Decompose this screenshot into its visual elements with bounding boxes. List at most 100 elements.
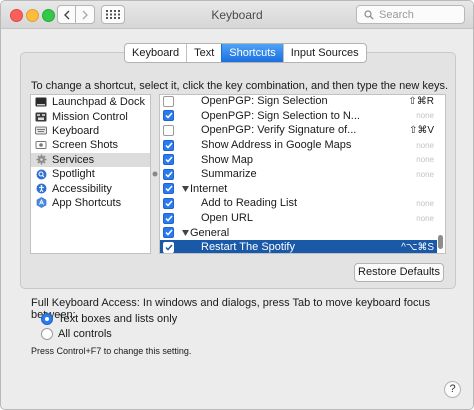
radio-button[interactable]	[41, 313, 53, 325]
checkmark-icon	[164, 244, 173, 251]
shortcut-row[interactable]: Show Map none	[160, 152, 437, 167]
shortcut-row-selected[interactable]: Restart The Spotify ^⌥⌘S	[160, 240, 437, 254]
shortcut-group-row-general[interactable]: General	[160, 225, 437, 240]
shortcut-row[interactable]: Add to Reading List none	[160, 196, 437, 211]
search-input[interactable]	[379, 8, 451, 21]
shortcut-key[interactable]: none	[416, 199, 434, 208]
shortcut-checkbox[interactable]	[163, 139, 174, 151]
category-item-mission-control[interactable]: Mission Control	[31, 109, 150, 123]
category-item-spotlight[interactable]: Spotlight	[31, 167, 150, 181]
app-shortcuts-icon	[35, 197, 47, 209]
category-list: Launchpad & Dock Mission Control Keyboar…	[30, 94, 151, 254]
radio-option-text-boxes[interactable]: Text boxes and lists only	[41, 313, 177, 325]
shortcut-checkbox[interactable]	[163, 110, 174, 122]
shortcut-label: Show Address in Google Maps	[201, 139, 352, 152]
shortcut-row[interactable]: OpenPGP: Sign Selection to N... none	[160, 109, 437, 124]
checkmark-icon	[164, 200, 173, 207]
services-gear-icon	[35, 154, 47, 165]
shortcut-group-label: General	[190, 226, 230, 239]
shortcut-label: OpenPGP: Sign Selection to N...	[201, 109, 360, 122]
shortcut-key[interactable]: none	[416, 141, 434, 150]
tab-keyboard[interactable]: Keyboard	[125, 44, 186, 62]
category-item-accessibility[interactable]: Accessibility	[31, 181, 150, 195]
shortcut-checkbox[interactable]	[163, 154, 174, 166]
category-item-screen-shots[interactable]: Screen Shots	[31, 138, 150, 152]
scrollbar-thumb[interactable]	[438, 235, 443, 249]
keyboard-hint-text: Press Control+F7 to change this setting.	[31, 346, 192, 356]
disclosure-triangle-icon[interactable]	[181, 185, 189, 193]
shortcut-list: OpenPGP: Sign Selection ⇧⌘R OpenPGP: Sig…	[159, 94, 446, 254]
splitter-handle-icon[interactable]	[152, 171, 158, 177]
shortcut-checkbox[interactable]	[163, 124, 174, 136]
shortcut-label: OpenPGP: Sign Selection	[201, 95, 328, 108]
restore-defaults-button[interactable]: Restore Defaults	[354, 263, 444, 282]
category-label: App Shortcuts	[52, 196, 122, 209]
group-checkbox[interactable]	[163, 183, 174, 195]
help-button[interactable]: ?	[444, 381, 461, 398]
category-item-services[interactable]: Services	[31, 152, 150, 167]
shortcut-row[interactable]: OpenPGP: Verify Signature of... ⇧⌘V	[160, 123, 437, 138]
shortcut-checkbox[interactable]	[163, 95, 174, 107]
category-label: Services	[52, 153, 95, 166]
category-item-launchpad-dock[interactable]: Launchpad & Dock	[31, 95, 150, 109]
disclosure-triangle-icon[interactable]	[181, 229, 189, 237]
category-label: Spotlight	[52, 168, 95, 181]
radio-label: Text boxes and lists only	[58, 313, 178, 325]
category-label: Keyboard	[52, 124, 100, 137]
shortcut-group-row-internet[interactable]: Internet	[160, 182, 437, 197]
screenshot-icon	[35, 140, 47, 151]
shortcut-row[interactable]: Summarize none	[160, 167, 437, 182]
checkmark-icon	[164, 171, 173, 178]
shortcut-checkbox[interactable]	[163, 197, 174, 209]
category-label: Screen Shots	[52, 139, 119, 152]
checkmark-icon	[164, 142, 173, 149]
search-icon	[364, 9, 374, 20]
shortcut-key[interactable]: none	[416, 155, 434, 164]
search-field[interactable]	[356, 5, 465, 24]
launchpad-dock-icon	[35, 97, 47, 108]
instructions-text: To change a shortcut, select it, click t…	[31, 80, 449, 92]
checkmark-icon	[164, 185, 173, 192]
shortcut-label: Open URL	[201, 212, 253, 225]
title-bar: Keyboard	[1, 1, 473, 29]
group-checkbox[interactable]	[163, 227, 174, 239]
shortcut-key[interactable]: ⇧⌘V	[409, 125, 434, 136]
category-item-app-shortcuts[interactable]: App Shortcuts	[31, 196, 150, 210]
spotlight-icon	[35, 169, 47, 180]
mission-control-icon	[35, 111, 47, 122]
radio-button[interactable]	[41, 328, 53, 340]
shortcut-key[interactable]: ⇧⌘R	[408, 96, 434, 107]
shortcut-label: Restart The Spotify	[201, 241, 295, 254]
shortcut-key[interactable]: none	[416, 214, 434, 223]
shortcut-row[interactable]: Show Address in Google Maps none	[160, 138, 437, 153]
shortcut-group-label: Internet	[190, 182, 228, 195]
accessibility-icon	[35, 183, 47, 194]
checkmark-icon	[164, 156, 173, 163]
radio-option-all-controls[interactable]: All controls	[41, 328, 112, 340]
shortcut-key[interactable]: none	[416, 170, 434, 179]
shortcut-row[interactable]: OpenPGP: Sign Selection ⇧⌘R	[160, 95, 437, 109]
shortcut-label: Add to Reading List	[201, 197, 298, 210]
tab-text[interactable]: Text	[186, 44, 221, 62]
checkmark-icon	[164, 215, 173, 222]
shortcut-checkbox[interactable]	[163, 168, 174, 180]
tab-input-sources[interactable]: Input Sources	[282, 44, 366, 62]
shortcut-checkbox[interactable]	[163, 241, 174, 253]
radio-label: All controls	[58, 328, 112, 340]
shortcut-label: Summarize	[201, 168, 257, 181]
shortcut-label: OpenPGP: Verify Signature of...	[201, 124, 357, 137]
category-label: Mission Control	[52, 110, 128, 123]
shortcut-label: Show Map	[201, 153, 253, 166]
checkmark-icon	[164, 112, 173, 119]
shortcut-row[interactable]: Open URL none	[160, 211, 437, 226]
keyboard-icon	[35, 125, 47, 136]
category-label: Launchpad & Dock	[52, 96, 145, 109]
tab-shortcuts[interactable]: Shortcuts	[221, 44, 283, 62]
category-item-keyboard[interactable]: Keyboard	[31, 124, 150, 138]
tab-bar: Keyboard Text Shortcuts Input Sources	[124, 43, 367, 63]
shortcut-key[interactable]: none	[416, 111, 434, 120]
category-label: Accessibility	[52, 182, 112, 195]
shortcut-checkbox[interactable]	[163, 212, 174, 224]
shortcut-key[interactable]: ^⌥⌘S	[401, 242, 434, 253]
checkmark-icon	[164, 229, 173, 236]
